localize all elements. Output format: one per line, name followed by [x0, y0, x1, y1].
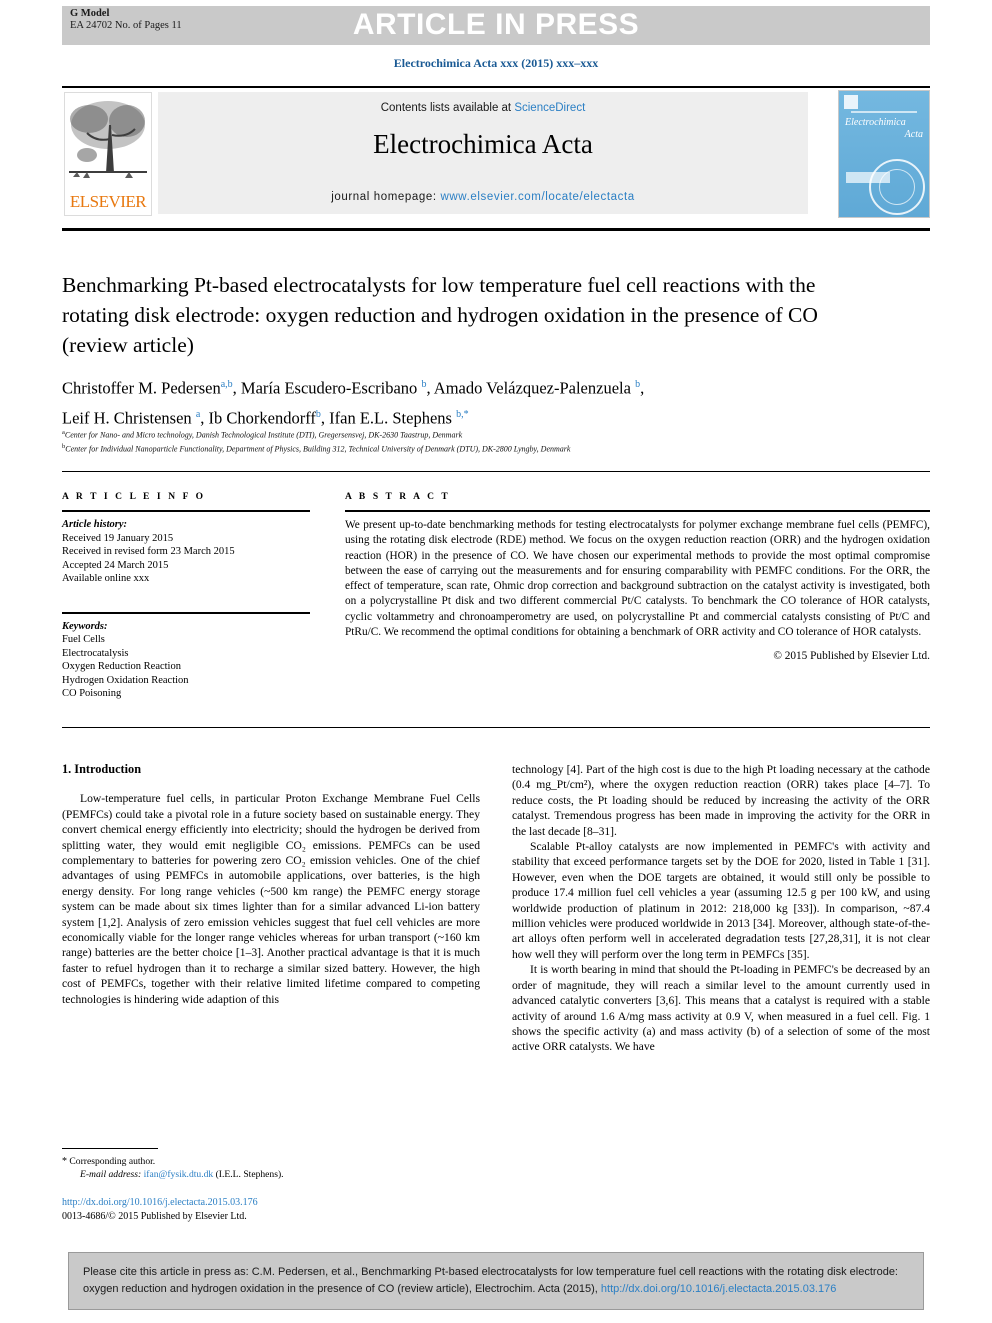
article-info-column: A R T I C L E I N F O Article history: R…: [62, 492, 310, 701]
email-link[interactable]: ifan@fysik.dtu.dk: [144, 1169, 214, 1180]
abstract-column: A B S T R A C T We present up-to-date be…: [345, 492, 930, 662]
journal-running-head: Electrochimica Acta xxx (2015) xxx–xxx: [393, 56, 599, 70]
journal-homepage-url[interactable]: www.elsevier.com/locate/electacta: [440, 191, 634, 203]
author-affiliation-mark: b: [315, 408, 321, 420]
abstract-heading: A B S T R A C T: [345, 492, 451, 502]
cover-title-line2: Acta: [904, 129, 923, 140]
info-section-bottom-rule: [62, 727, 930, 728]
contents-available-line: Contents lists available at ScienceDirec…: [158, 102, 808, 114]
affiliation-list: aCenter for Nano- and Micro technology, …: [62, 427, 922, 454]
g-model-label: G Model: [70, 8, 110, 19]
article-info-rule: [62, 510, 310, 512]
corresponding-author-mark: b,*: [456, 408, 469, 420]
author-affiliation-mark: b: [635, 379, 641, 390]
contents-prefix: Contents lists available at: [380, 102, 515, 114]
keyword-item: CO Poisoning: [62, 688, 122, 699]
keyword-item: Oxygen Reduction Reaction: [62, 661, 181, 672]
author-name: Ib Chorkendorff: [208, 408, 316, 427]
author-name: Leif H. Christensen: [62, 408, 192, 427]
keyword-item: Electrocatalysis: [62, 647, 129, 659]
masthead-center-panel: Contents lists available at ScienceDirec…: [158, 92, 808, 214]
affiliation-a-text: Center for Nano- and Micro technology, D…: [64, 430, 463, 440]
paragraph: Low-temperature fuel cells, in particula…: [62, 792, 480, 1006]
doi-link[interactable]: http://dx.doi.org/10.1016/j.electacta.20…: [62, 1196, 492, 1210]
article-history-label: Article history:: [62, 519, 128, 530]
body-column-left: 1. Introduction Low-temperature fuel cel…: [62, 762, 480, 1007]
body-column-right: technology [4]. Part of the high cost is…: [512, 762, 930, 1055]
keyword-item: Hydrogen Oxidation Reaction: [62, 674, 189, 686]
keyword-item: Fuel Cells: [62, 634, 105, 645]
paragraph: Scalable Pt-alloy catalysts are now impl…: [512, 840, 930, 961]
cover-title-line1: Electrochimica: [845, 117, 906, 128]
author-affiliation-mark: a,b: [220, 379, 233, 390]
keywords-block: Keywords: Fuel Cells Electrocatalysis Ox…: [62, 620, 310, 701]
author-name: Amado Velázquez-Palenzuela: [433, 378, 631, 398]
history-item: Accepted 24 March 2015: [62, 559, 169, 571]
homepage-label: journal homepage:: [331, 191, 441, 203]
corresponding-author-note: * Corresponding author.: [62, 1155, 480, 1168]
cover-rule-1: [851, 111, 917, 113]
email-label: E-mail address:: [80, 1169, 142, 1180]
elsevier-tree-icon: [69, 101, 147, 178]
article-page: ARTICLE IN PRESS G Model EA 24702 No. of…: [0, 0, 992, 1323]
author-name: Ifan E.L. Stephens: [329, 408, 452, 427]
abstract-rule: [345, 510, 930, 512]
paragraph: It is worth bearing in mind that should …: [512, 963, 930, 1054]
article-info-heading: A R T I C L E I N F O: [62, 492, 206, 502]
ise-society-logo-icon: [869, 159, 925, 215]
cover-background: Electrochimica Acta: [839, 91, 929, 217]
article-in-press-banner: ARTICLE IN PRESS: [62, 6, 930, 45]
journal-cover-thumbnail: Electrochimica Acta: [838, 90, 930, 218]
keywords-rule: [62, 611, 310, 614]
sciencedirect-link[interactable]: ScienceDirect: [514, 102, 585, 114]
history-item: Available online xxx: [62, 573, 150, 584]
masthead-top-rule: [62, 86, 930, 88]
imprint-block: http://dx.doi.org/10.1016/j.electacta.20…: [62, 1196, 492, 1223]
history-item: Received 19 January 2015: [62, 532, 174, 544]
citation-doi-link[interactable]: http://dx.doi.org/10.1016/j.electacta.20…: [601, 1283, 836, 1295]
affiliation-b-text: Center for Individual Nanoparticle Funct…: [65, 444, 571, 454]
abstract-text: We present up-to-date benchmarking metho…: [345, 519, 930, 639]
g-model-id: EA 24702 No. of Pages 11: [70, 20, 182, 31]
issn-copyright-line: 0013-4686/© 2015 Published by Elsevier L…: [62, 1210, 247, 1222]
g-model-block: G Model EA 24702 No. of Pages 11: [70, 8, 182, 32]
cover-journal-title: Electrochimica Acta: [845, 117, 923, 141]
abstract-copyright: © 2015 Published by Elsevier Ltd.: [773, 650, 930, 663]
elsevier-logo: ELSEVIER: [64, 92, 152, 216]
author-name: Christoffer M. Pedersen: [62, 378, 221, 398]
masthead-bottom-rule: [62, 228, 930, 231]
affiliation-b: bCenter for Individual Nanoparticle Func…: [62, 441, 922, 455]
author-list: Christoffer M. Pedersena,b, María Escude…: [62, 378, 645, 428]
keywords-label: Keywords:: [62, 620, 108, 632]
article-in-press-text: ARTICLE IN PRESS: [352, 8, 640, 41]
page-title: Benchmarking Pt-based electrocatalysts f…: [62, 273, 818, 357]
cover-elsevier-icon: [844, 95, 858, 109]
email-owner: (I.E.L. Stephens).: [215, 1169, 284, 1180]
corresponding-author-text: Corresponding author.: [69, 1156, 156, 1167]
journal-title: Electrochimica Acta: [373, 129, 593, 159]
journal-homepage-line: journal homepage: www.elsevier.com/locat…: [158, 191, 808, 203]
footnote-rule: [62, 1148, 158, 1149]
article-history-block: Article history: Received 19 January 201…: [62, 518, 310, 586]
info-section-top-rule: [62, 471, 930, 472]
author-affiliation-mark: a: [195, 408, 201, 420]
citation-notice-box: Please cite this article in press as: C.…: [68, 1252, 924, 1310]
asterisk-icon: *: [62, 1156, 67, 1167]
paragraph: technology [4]. Part of the high cost is…: [512, 763, 930, 838]
journal-masthead: ELSEVIER Contents lists available at Sci…: [62, 86, 930, 218]
history-item: Received in revised form 23 March 2015: [62, 546, 235, 557]
footnote-block: * Corresponding author. E-mail address: …: [62, 1148, 480, 1181]
elsevier-wordmark: ELSEVIER: [69, 192, 147, 211]
author-name: María Escudero-Escribano: [240, 378, 418, 398]
author-affiliation-mark: b: [421, 379, 427, 390]
affiliation-a: aCenter for Nano- and Micro technology, …: [62, 427, 922, 441]
email-note: E-mail address: ifan@fysik.dtu.dk (I.E.L…: [62, 1168, 480, 1181]
section-heading-introduction: 1. Introduction: [62, 762, 142, 776]
